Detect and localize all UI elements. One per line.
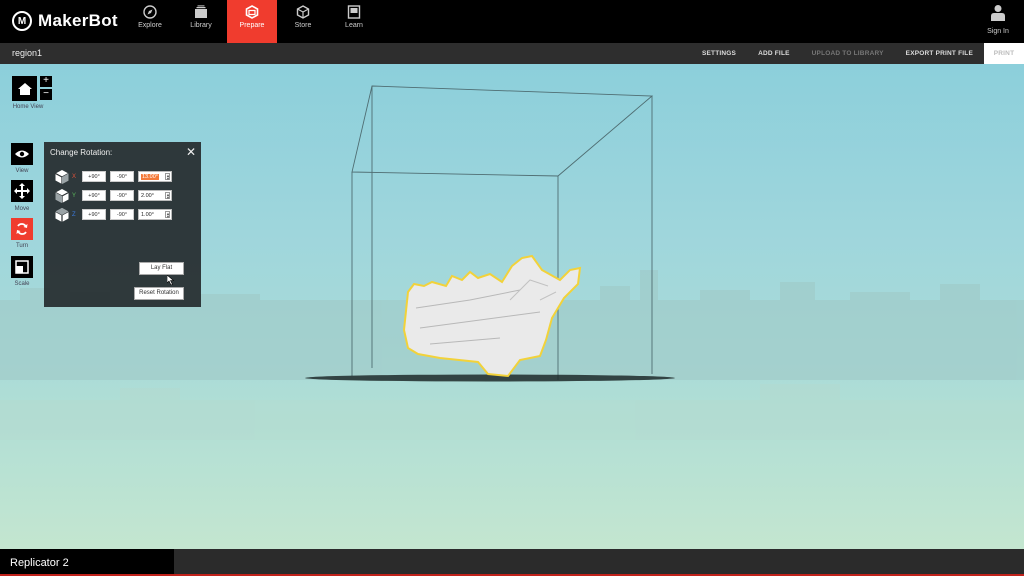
nav-library[interactable]: Library (176, 0, 226, 43)
stepper-icon[interactable]: ▲ ▼ (165, 192, 170, 200)
project-toolbar: region1 SETTINGS ADD FILE UPLOAD TO LIBR… (0, 43, 1024, 64)
panel-title: Change Rotation: (50, 148, 113, 157)
view-tool-label: View (15, 168, 29, 174)
main-nav: Explore Library Prepare Store Learn (125, 0, 380, 43)
close-icon[interactable]: ✕ (186, 145, 196, 159)
nav-store-label: Store (294, 22, 312, 29)
logo-text: MakerBot (38, 11, 118, 30)
compass-icon (143, 5, 157, 19)
rotation-row-x: X +90° -90° 13.00° ▲ ▼ (54, 170, 194, 185)
learn-icon (347, 5, 361, 19)
upload-to-library-button[interactable]: UPLOAD TO LIBRARY (801, 43, 895, 64)
rotate-z-plus-90-button[interactable]: +90° (82, 209, 106, 220)
library-icon (195, 5, 207, 18)
rotate-x-value: 13.00° (141, 174, 159, 180)
zoom-out-button[interactable]: − (40, 89, 52, 100)
project-name[interactable]: region1 (12, 48, 42, 58)
move-tool-button[interactable] (11, 180, 33, 202)
rotate-x-plus-90-button[interactable]: +90° (82, 171, 106, 182)
export-print-file-button[interactable]: EXPORT PRINT FILE (895, 43, 984, 64)
build-platform-shadow (305, 374, 675, 382)
nav-prepare-label: Prepare (239, 22, 265, 29)
lower-haze (0, 384, 1024, 440)
cube-z-axis-icon (55, 208, 69, 222)
cube-x-axis-icon (55, 170, 69, 184)
nav-prepare[interactable]: Prepare (227, 0, 277, 43)
nav-explore-label: Explore (138, 22, 162, 29)
add-file-button[interactable]: ADD FILE (747, 43, 801, 64)
nav-store[interactable]: Store (278, 0, 328, 43)
turn-tool-label: Turn (15, 243, 29, 249)
nav-explore[interactable]: Explore (125, 0, 175, 43)
home-view-label: Home View (12, 104, 44, 110)
project-actions: SETTINGS ADD FILE UPLOAD TO LIBRARY EXPO… (691, 43, 1024, 64)
home-view-button[interactable] (12, 76, 37, 101)
stepper-icon[interactable]: ▲ ▼ (165, 173, 170, 181)
printer-status-bar: Replicator 2 (0, 549, 1024, 576)
rotate-x-minus-90-button[interactable]: -90° (110, 171, 134, 182)
stepper-icon[interactable]: ▲ ▼ (165, 211, 170, 219)
rotate-z-value: 1.00° (141, 212, 154, 218)
nav-learn-label: Learn (345, 22, 363, 29)
rotation-row-z: Z +90° -90° 1.00° ▲ ▼ (54, 208, 194, 223)
axis-letter-y: Y (72, 193, 77, 199)
axis-letter-x: X (72, 174, 77, 180)
lay-flat-button[interactable]: Lay Flat (139, 262, 184, 275)
reset-rotation-button[interactable]: Reset Rotation (134, 287, 184, 300)
rotate-y-value: 2.00° (141, 193, 154, 199)
move-tool-label: Move (14, 206, 30, 212)
rotate-y-value-input[interactable]: 2.00° ▲ ▼ (138, 190, 172, 201)
axis-letter-z: Z (72, 212, 76, 218)
nav-library-label: Library (190, 22, 212, 29)
scale-tool-button[interactable] (11, 256, 33, 278)
move-arrows-icon (14, 183, 30, 199)
rotate-x-value-input[interactable]: 13.00° ▲ ▼ (138, 171, 172, 182)
makerbot-logo-icon: M (12, 11, 32, 31)
rotate-z-value-input[interactable]: 1.00° ▲ ▼ (138, 209, 172, 220)
printer-selector[interactable]: Replicator 2 (0, 549, 174, 576)
scale-tool-label: Scale (14, 281, 30, 287)
change-rotation-panel: Change Rotation: ✕ X +90° -90° 13.00° ▲ ▼ … (44, 142, 201, 307)
rotate-icon (16, 223, 28, 235)
rotation-row-y: Y +90° -90° 2.00° ▲ ▼ (54, 189, 194, 204)
rotate-y-minus-90-button[interactable]: -90° (110, 190, 134, 201)
top-navigation-bar: M MakerBot Explore Library Prepare Store… (0, 0, 1024, 43)
cube-y-axis-icon (55, 189, 69, 203)
settings-button[interactable]: SETTINGS (691, 43, 747, 64)
user-icon (991, 5, 1005, 21)
eye-icon (15, 150, 29, 158)
sign-in-button[interactable]: Sign In (986, 4, 1010, 40)
printer-name: Replicator 2 (10, 557, 69, 569)
home-icon (17, 82, 32, 95)
rotate-y-plus-90-button[interactable]: +90° (82, 190, 106, 201)
turn-tool-button[interactable] (11, 218, 33, 240)
zoom-in-button[interactable]: + (40, 76, 52, 87)
prepare-cube-icon (245, 5, 259, 19)
makerbot-logo[interactable]: M MakerBot (12, 11, 118, 31)
mouse-cursor-icon (167, 275, 175, 285)
view-tool-button[interactable] (11, 143, 33, 165)
sign-in-label: Sign In (987, 28, 1009, 35)
store-cube-icon (296, 5, 310, 19)
scale-icon (15, 260, 29, 274)
nav-learn[interactable]: Learn (329, 0, 379, 43)
rotate-z-minus-90-button[interactable]: -90° (110, 209, 134, 220)
print-button[interactable]: PRINT (984, 43, 1024, 64)
